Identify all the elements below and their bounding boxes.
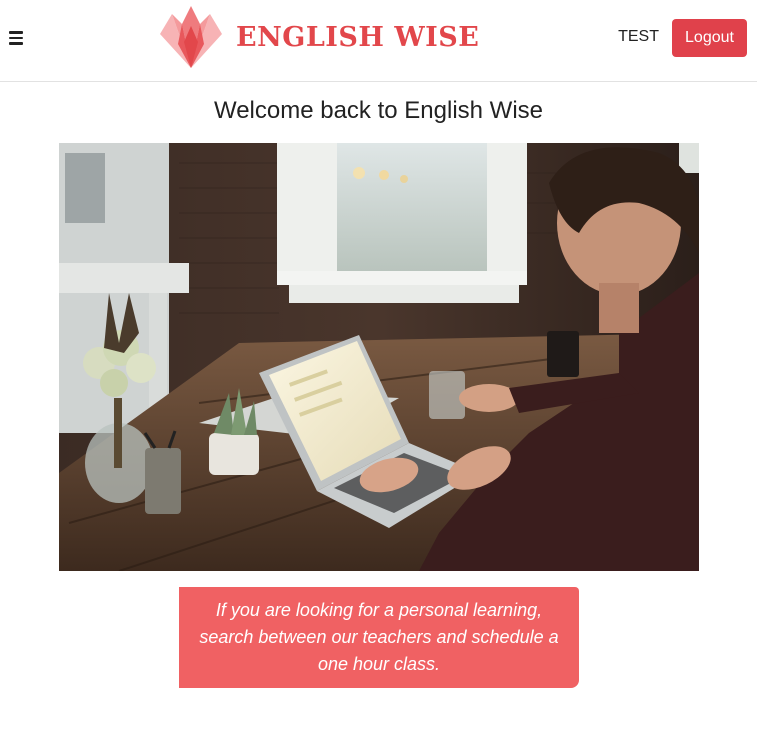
navbar: ENGLISH WISE TEST Logout — [0, 0, 757, 82]
promo-text: If you are looking for a personal learni… — [199, 600, 559, 674]
logout-button[interactable]: Logout — [672, 19, 747, 57]
logo[interactable]: ENGLISH WISE — [158, 4, 479, 70]
logo-text: ENGLISH WISE — [236, 21, 480, 53]
hero-image — [59, 143, 699, 571]
hamburger-menu-icon[interactable] — [9, 29, 27, 47]
promo-banner: If you are looking for a personal learni… — [179, 587, 579, 688]
page-title: Welcome back to English Wise — [213, 97, 543, 124]
user-name: TEST — [618, 28, 659, 45]
lotus-logo-icon — [160, 6, 222, 68]
